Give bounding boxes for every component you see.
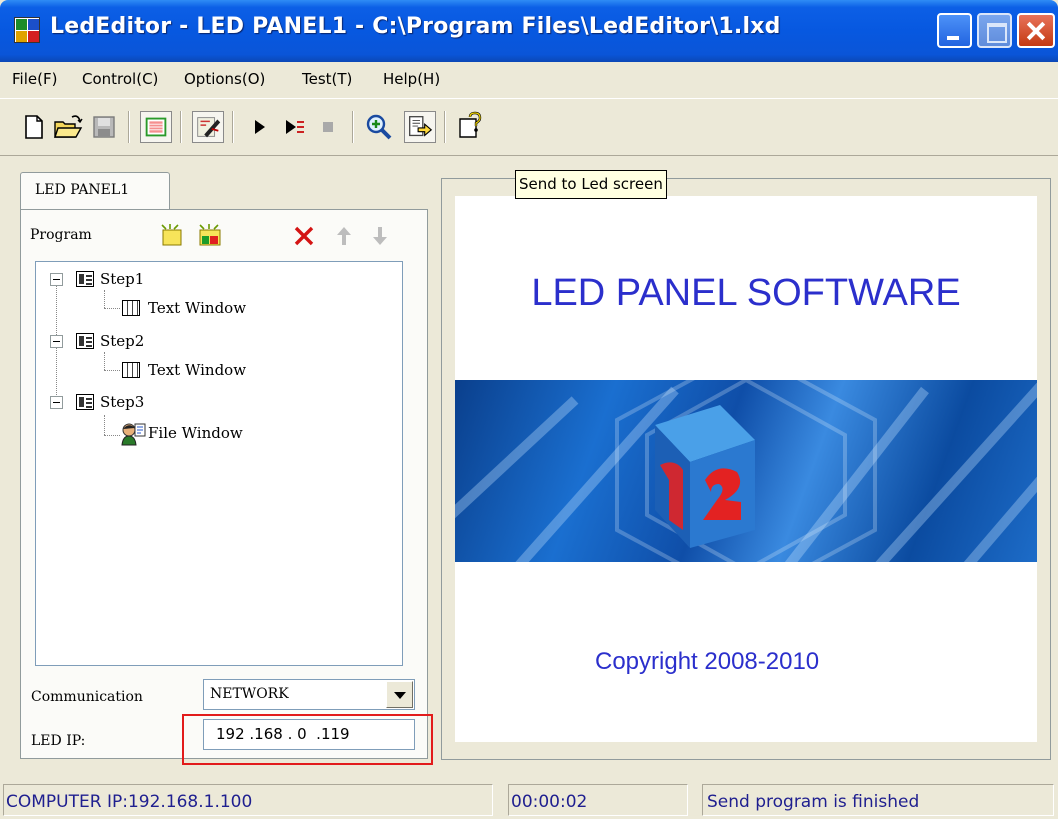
- communication-label: Communication: [31, 689, 143, 705]
- send-icon: [409, 116, 433, 137]
- menu-help[interactable]: Help(H): [383, 70, 440, 88]
- collapse-step3[interactable]: [50, 396, 63, 409]
- delete-icon[interactable]: [292, 224, 316, 248]
- new-file-icon[interactable]: [18, 111, 50, 143]
- move-down-icon[interactable]: [370, 224, 390, 248]
- tree-step1-text-window[interactable]: Text Window: [148, 299, 246, 317]
- zoom-icon[interactable]: [362, 111, 394, 143]
- file-window-icon: [121, 423, 146, 446]
- program-tree[interactable]: Step1 Text Window Step2 Text Window Step…: [35, 261, 403, 666]
- banner-image: [455, 380, 1037, 562]
- add-window-icon[interactable]: [196, 223, 226, 249]
- copyright-text: Copyright 2008-2010: [595, 648, 820, 675]
- status-elapsed: 00:00:02: [511, 792, 588, 812]
- step-play-icon[interactable]: [278, 111, 310, 143]
- text-window-icon: [122, 362, 140, 378]
- screen-grid-button[interactable]: [140, 111, 172, 143]
- maximize-button[interactable]: [977, 13, 1012, 48]
- menu-test[interactable]: Test(T): [302, 70, 352, 88]
- help-icon[interactable]: [454, 111, 486, 143]
- open-folder-icon[interactable]: [52, 111, 84, 143]
- status-message: Send program is finished: [707, 792, 920, 812]
- minimize-button[interactable]: [937, 13, 972, 48]
- menu-bar: File(F) Control(C) Options(O) Test(T) He…: [0, 62, 1058, 96]
- tab-led-panel1[interactable]: LED PANEL1: [20, 172, 170, 210]
- communication-value: NETWORK: [210, 686, 289, 702]
- app-icon: [14, 17, 40, 43]
- step-icon: [76, 333, 94, 349]
- add-step-icon[interactable]: [158, 223, 186, 249]
- menu-control[interactable]: Control(C): [82, 70, 158, 88]
- move-up-icon[interactable]: [334, 224, 354, 248]
- collapse-step1[interactable]: [50, 273, 63, 286]
- status-time-pane: 00:00:02: [508, 784, 688, 816]
- close-button[interactable]: [1017, 13, 1055, 48]
- menu-file[interactable]: File(F): [12, 70, 57, 88]
- send-tooltip: Send to Led screen: [515, 170, 667, 199]
- communication-select[interactable]: NETWORK: [203, 679, 415, 710]
- text-window-icon: [122, 300, 140, 316]
- tree-step3[interactable]: Step3: [100, 393, 144, 411]
- tree-step3-file-window[interactable]: File Window: [148, 424, 243, 442]
- collapse-step2[interactable]: [50, 335, 63, 348]
- window-title: LedEditor - LED PANEL1 - C:\Program File…: [50, 14, 781, 39]
- ip-highlight-box: [182, 714, 433, 765]
- save-icon[interactable]: [88, 111, 120, 143]
- status-message-pane: Send program is finished: [702, 784, 1054, 816]
- led-ip-label: LED IP:: [31, 733, 86, 749]
- tree-step2-text-window[interactable]: Text Window: [148, 361, 246, 379]
- play-icon[interactable]: [244, 111, 276, 143]
- menu-options[interactable]: Options(O): [184, 70, 265, 88]
- toolbar: [0, 98, 1058, 156]
- stop-icon[interactable]: [312, 111, 344, 143]
- program-label: Program: [30, 227, 92, 243]
- send-to-led-button[interactable]: [404, 111, 436, 143]
- preview-title: LED PANEL SOFTWARE: [531, 272, 961, 314]
- led-preview: LED PANEL SOFTWARE Copyright 2008-2010: [455, 196, 1037, 742]
- step-icon: [76, 271, 94, 287]
- tab-label: LED PANEL1: [35, 182, 130, 198]
- status-computer-ip-pane: COMPUTER IP:192.168.1.100: [3, 784, 493, 816]
- grid-icon: [145, 117, 167, 137]
- app-window: LedEditor - LED PANEL1 - C:\Program File…: [0, 0, 1058, 819]
- edit-mode-button[interactable]: [192, 111, 224, 143]
- status-bar: COMPUTER IP:192.168.1.100 00:00:02 Send …: [0, 780, 1058, 819]
- edit-pen-icon: [197, 117, 221, 138]
- dropdown-arrow-icon[interactable]: [386, 681, 413, 708]
- status-computer-ip: COMPUTER IP:192.168.1.100: [6, 792, 253, 812]
- tree-step1[interactable]: Step1: [100, 270, 144, 288]
- step-icon: [76, 394, 94, 410]
- tree-step2[interactable]: Step2: [100, 332, 144, 350]
- title-bar[interactable]: LedEditor - LED PANEL1 - C:\Program File…: [0, 0, 1058, 62]
